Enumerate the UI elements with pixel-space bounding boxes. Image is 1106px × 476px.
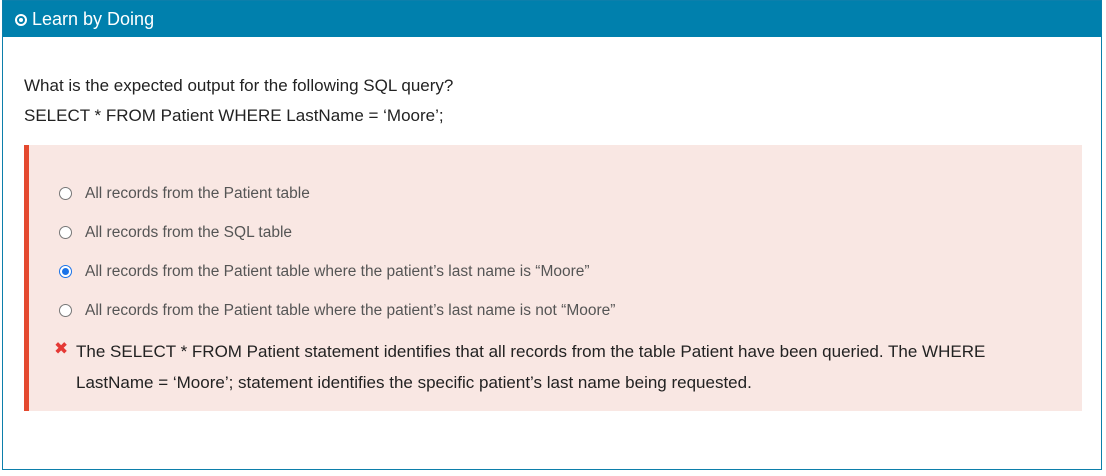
x-mark-icon: ✖ [54, 339, 69, 358]
radio-button-2[interactable] [59, 226, 72, 239]
feedback-text: The SELECT * FROM Patient statement iden… [76, 342, 986, 392]
radio-button-3[interactable] [59, 265, 72, 278]
option-label-1: All records from the Patient table [85, 184, 310, 202]
option-2[interactable]: All records from the SQL table [59, 213, 615, 252]
radio-button-1[interactable] [59, 187, 72, 200]
question-line-1: What is the expected output for the foll… [24, 76, 454, 95]
options-list: All records from the Patient table All r… [59, 174, 615, 330]
feedback-message: ✖ The SELECT * FROM Patient statement id… [54, 336, 1064, 398]
learn-by-doing-panel: Learn by Doing What is the expected outp… [2, 0, 1102, 470]
option-3[interactable]: All records from the Patient table where… [59, 252, 615, 291]
option-label-4: All records from the Patient table where… [85, 301, 616, 319]
panel-title: Learn by Doing [32, 8, 155, 29]
option-4[interactable]: All records from the Patient table where… [59, 291, 615, 330]
target-icon [15, 14, 27, 26]
option-1[interactable]: All records from the Patient table [59, 174, 615, 213]
radio-button-4[interactable] [59, 304, 72, 317]
option-label-3: All records from the Patient table where… [85, 262, 590, 280]
answer-box: All records from the Patient table All r… [24, 145, 1082, 411]
question-line-2: SELECT * FROM Patient WHERE LastName = ‘… [24, 106, 444, 125]
question-text: What is the expected output for the foll… [24, 71, 453, 131]
option-label-2: All records from the SQL table [85, 223, 293, 241]
panel-header: Learn by Doing [3, 1, 1101, 37]
